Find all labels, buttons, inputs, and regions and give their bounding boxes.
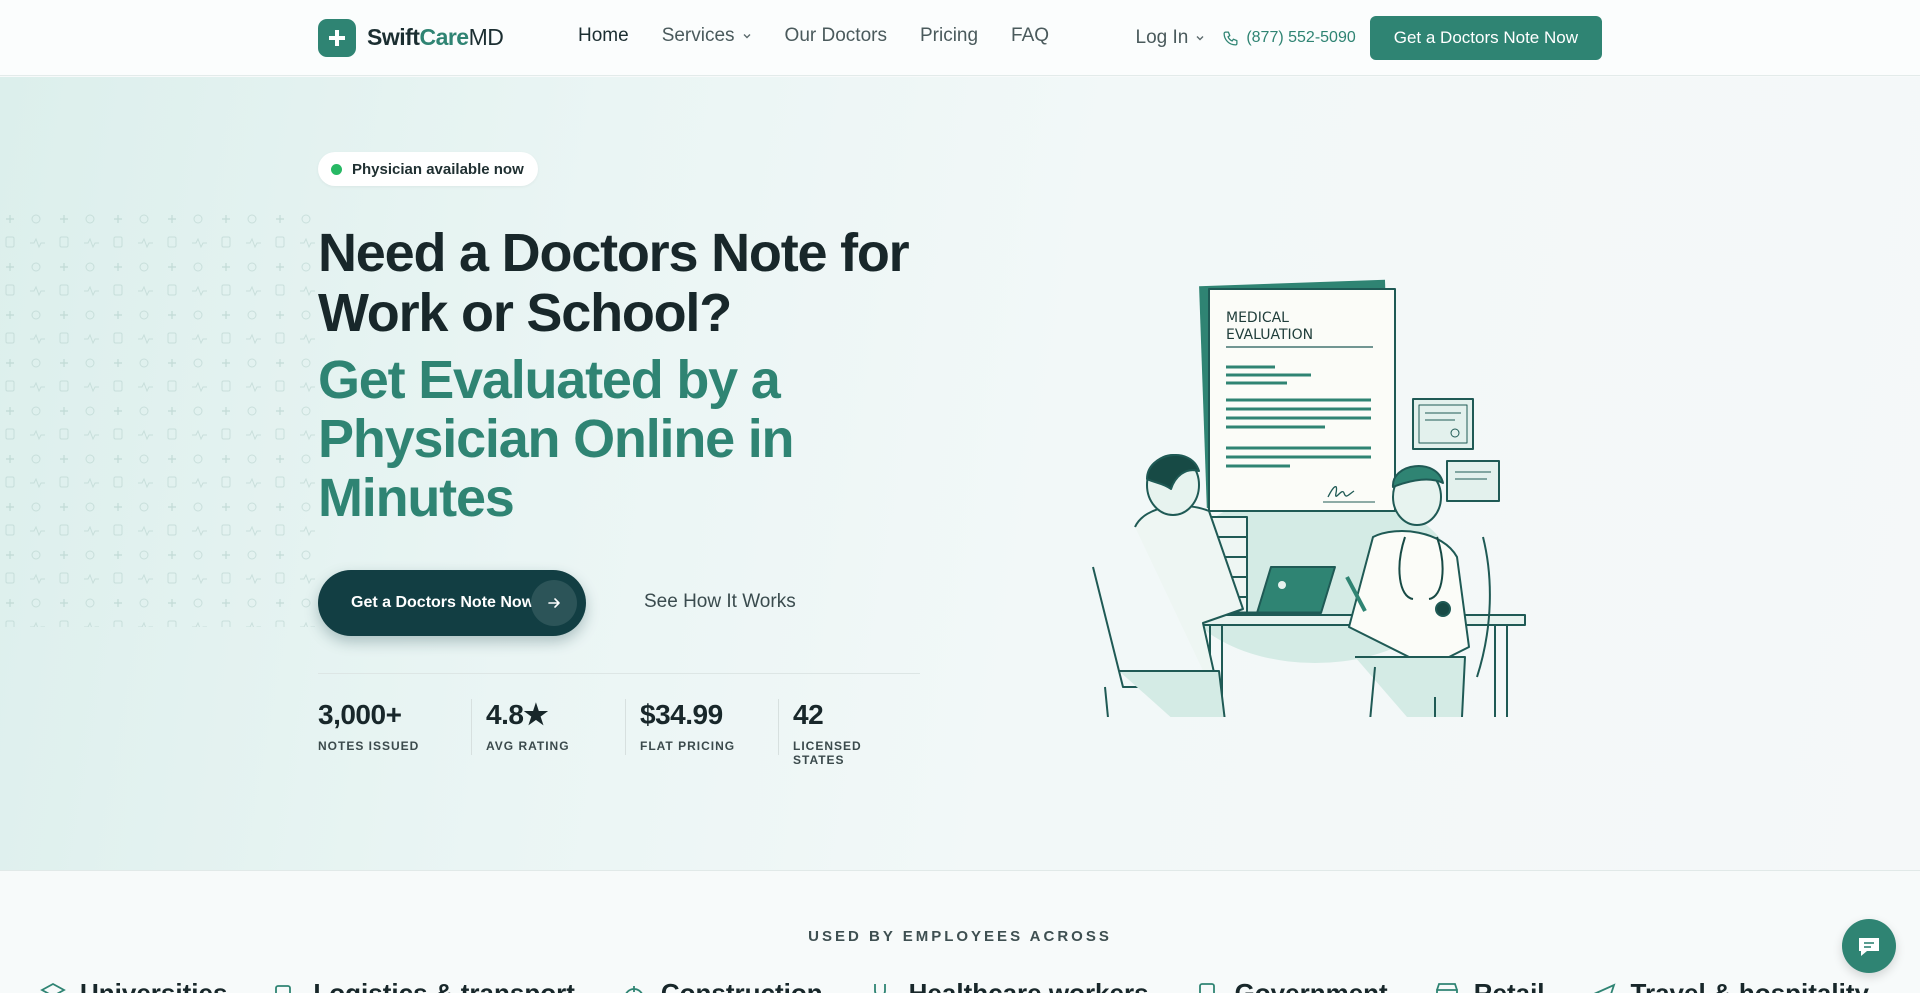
clipboard-icon [1198,983,1215,993]
stat-value: 4.8★ [486,699,549,730]
stat-label: FLAT PRICING [640,739,736,753]
hero-cta-label: Get a Doctors Note Now [351,594,535,611]
nav-pricing[interactable]: Pricing [920,25,978,47]
availability-text: Physician available now [352,160,524,178]
nav-services-label: Services [661,25,735,46]
hard-hat-icon [625,986,643,993]
industry-item: Travel & hospitality [1591,978,1869,993]
stat-label: NOTES ISSUED [318,739,420,753]
graduation-cap-icon [40,982,66,993]
stat-label: AVG RATING [486,739,570,753]
stat-value: $34.99 [640,699,723,730]
hero-subheadline: Get Evaluated by a Physician Online in M… [318,350,795,528]
industry-label: Construction [660,978,823,993]
industry-item: Retail [1434,978,1545,993]
nav-actions: Log In (877) 552-5090 Get a Doctors Note… [1136,16,1602,60]
chat-widget-button[interactable] [1842,919,1896,973]
stethoscope-icon [873,984,886,993]
hero-get-note-button[interactable]: Get a Doctors Note Now [318,570,586,636]
hero-section: Physician available now Need a Doctors N… [0,77,1920,871]
industry-item: Logistics & transport [273,978,575,993]
used-by-heading: USED BY EMPLOYEES ACROSS [808,928,1112,945]
arrow-right-icon [531,580,577,626]
hero-headline: Need a Doctors Note for Work or School? [318,223,910,343]
stat-value: 42 [793,699,824,730]
nav-faq[interactable]: FAQ [1011,25,1049,47]
top-navigation: SwiftCareMD Home Services Our Doctors Pr… [0,0,1920,76]
nav-get-note-button[interactable]: Get a Doctors Note Now [1369,16,1602,60]
brand-name-part3: MD [468,24,504,50]
phone-icon [1223,30,1238,46]
chevron-down-icon [1196,36,1204,41]
plane-icon [1593,983,1616,993]
stat-item: 3,000+ NOTES ISSUED [318,699,472,755]
availability-badge: Physician available now [318,152,538,186]
brand-logo[interactable]: SwiftCareMD [318,18,504,57]
brand-name-part1: Swift [367,24,420,50]
document-title-line2: EVALUATION [1226,327,1313,343]
industry-label: Retail [1473,978,1545,993]
main-menu: Home Services Our Doctors Pricing FAQ [578,25,1082,47]
phone-number: (877) 552-5090 [1246,29,1356,46]
industry-item: Government [1195,978,1388,993]
brand-name: SwiftCareMD [367,24,504,51]
industry-label: Universities [80,978,228,993]
document-title-line1: MEDICAL [1226,310,1289,326]
login-label: Log In [1135,27,1189,48]
industry-label: Healthcare workers [908,978,1149,993]
stat-label: LICENSED STATES [793,739,862,767]
stat-item: 42 LICENSED STATES [793,699,933,767]
industry-item: Construction [621,978,823,993]
status-dot [331,163,342,175]
industry-item: Universities [40,978,227,993]
industry-label: Travel & hospitality [1630,978,1869,993]
plus-icon [318,18,356,57]
chevron-down-icon [743,34,751,39]
storefront-icon [1435,983,1458,993]
stats-row: 3,000+ NOTES ISSUED 4.8★ AVG RATING $34.… [318,699,947,767]
nav-services[interactable]: Services [662,25,752,47]
medical-pattern-background [0,207,320,627]
industries-strip: Universities Logistics & transport Const… [40,978,1920,993]
industry-item: Healthcare workers [869,978,1149,993]
phone-link[interactable]: (877) 552-5090 [1222,29,1356,47]
stats-divider [318,673,920,674]
chat-icon [1859,938,1879,956]
industry-label: Logistics & transport [313,978,575,993]
stat-value: 3,000+ [318,699,402,730]
nav-home[interactable]: Home [578,25,629,47]
login-dropdown[interactable]: Log In [1136,27,1206,49]
nav-our-doctors[interactable]: Our Doctors [785,25,887,47]
see-how-it-works-link[interactable]: See How It Works [644,591,796,613]
industry-label: Government [1234,978,1388,993]
stat-item: 4.8★ AVG RATING [486,699,626,755]
brand-name-part2: Care [419,24,469,50]
doctor-consultation-illustration: MEDICAL EVALUATION [1092,279,1526,717]
truck-icon [275,985,292,993]
stat-item: $34.99 FLAT PRICING [640,699,779,755]
